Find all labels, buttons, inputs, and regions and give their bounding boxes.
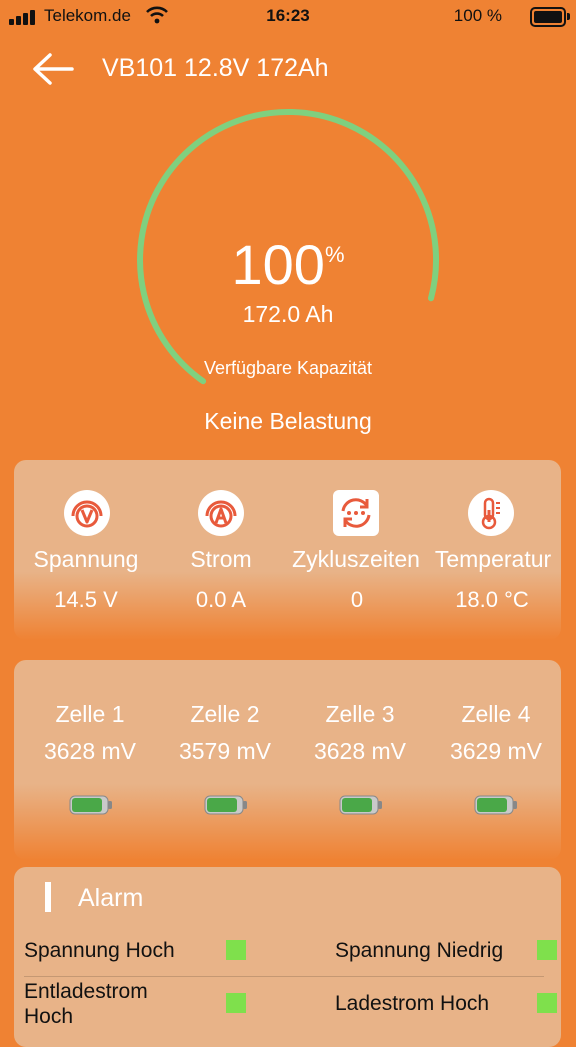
voltage-value: 14.5 V [54, 587, 118, 612]
alarm-voltage-high-indicator [226, 940, 246, 960]
cell-3-battery-icon [339, 795, 382, 815]
current-icon [198, 490, 244, 536]
capacity-ah: 172.0 Ah [242, 301, 334, 327]
alarm-voltage-low-label: Spannung Niedrig [335, 939, 504, 962]
voltage-icon [64, 490, 110, 536]
alarm-discharge-current-high-label: Entladestrom Hoch [24, 980, 148, 1028]
cell-2-voltage: 3579 mV [178, 738, 272, 764]
alarm-voltage-low-indicator [537, 940, 557, 960]
current-label: Strom [190, 546, 252, 572]
cell-2-battery-icon [204, 795, 247, 815]
alarm-divider [24, 976, 544, 977]
cycles-value: 0 [350, 587, 364, 612]
page-title: VB101 12.8V 172Ah [102, 54, 329, 82]
load-status: Keine Belastung [204, 408, 372, 434]
cell-3-voltage: 3628 mV [313, 738, 407, 764]
battery-percent: 100 % [453, 6, 502, 25]
cell-4-voltage: 3629 mV [449, 738, 543, 764]
cycle-icon [333, 490, 379, 536]
cell-3-label: Zelle 3 [325, 701, 395, 727]
cell-4-label: Zelle 4 [461, 701, 531, 727]
alarm-voltage-high-label: Spannung Hoch [24, 939, 175, 962]
capacity-percent: 100% [231, 233, 345, 296]
current-value: 0.0 A [195, 587, 247, 612]
temperature-value: 18.0 °C [455, 587, 529, 612]
thermometer-icon [468, 490, 514, 536]
cell-1-battery-icon [69, 795, 112, 815]
status-bar: Telekom.de 16:23 100 % [0, 0, 576, 34]
alarm-charge-current-high-label: Ladestrom Hoch [335, 992, 490, 1015]
alarm-charge-current-high-indicator [537, 993, 557, 1013]
back-arrow-icon[interactable] [30, 52, 76, 86]
voltage-label: Spannung [33, 546, 139, 572]
alarm-discharge-current-high-indicator [226, 993, 246, 1013]
alarm-title-marker [45, 882, 51, 912]
cycles-label: Zykluszeiten [292, 546, 420, 572]
battery-icon [530, 7, 570, 27]
alarm-title: Alarm [78, 884, 144, 912]
available-capacity-label: Verfügbare Kapazität [203, 358, 373, 378]
cell-1-voltage: 3628 mV [43, 738, 137, 764]
temperature-label: Temperatur [434, 546, 552, 572]
cell-1-label: Zelle 1 [55, 701, 125, 727]
cell-4-battery-icon [474, 795, 517, 815]
cell-2-label: Zelle 2 [190, 701, 260, 727]
